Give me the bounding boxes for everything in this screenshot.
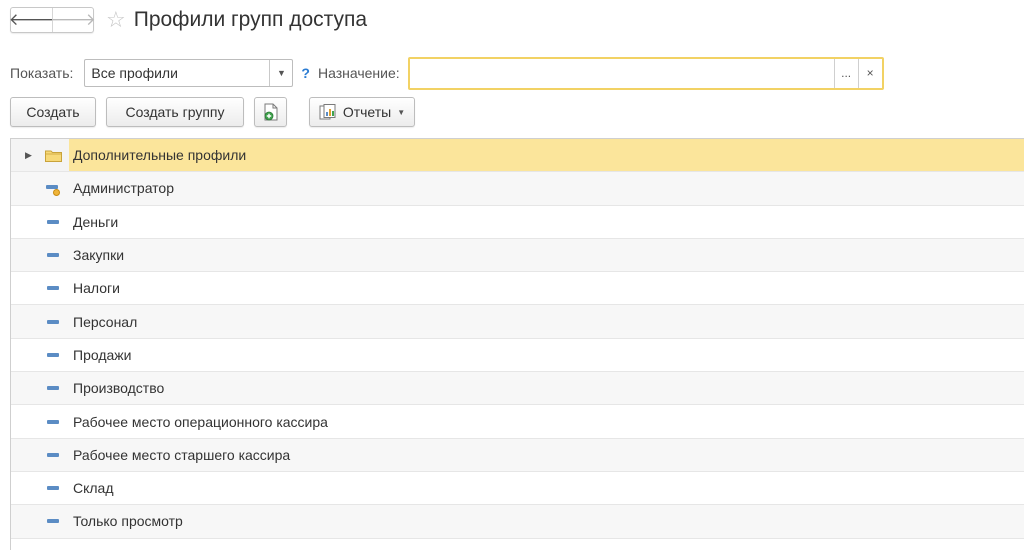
purpose-field: ... × xyxy=(407,56,884,90)
list-item[interactable]: Администратор xyxy=(11,172,1024,206)
list-item-label: Продажи xyxy=(73,346,132,363)
purpose-label: Назначение: xyxy=(317,65,400,81)
reports-button[interactable]: Отчеты ▼ xyxy=(309,97,415,127)
title-bar: 🡐 🡒 ☆ Профили групп доступа xyxy=(8,6,368,34)
add-document-button[interactable] xyxy=(254,97,287,127)
list-item[interactable]: Производство xyxy=(11,372,1024,406)
create-group-button[interactable]: Создать группу xyxy=(106,97,244,127)
folder-icon xyxy=(44,147,62,163)
list-item[interactable]: Закупки xyxy=(11,238,1024,273)
list-item[interactable]: Только просмотр xyxy=(11,505,1024,539)
purpose-input[interactable] xyxy=(409,58,834,88)
list-item-label: Рабочее место старшего кассира xyxy=(73,446,291,463)
list-item-label: Персонал xyxy=(73,313,138,330)
profile-icon xyxy=(44,280,62,296)
profile-icon xyxy=(44,380,62,396)
create-button[interactable]: Создать xyxy=(10,97,96,127)
profile-icon xyxy=(44,347,62,363)
list-item-label: Налоги xyxy=(73,280,120,297)
expand-triangle-icon[interactable]: ▶ xyxy=(25,150,32,161)
list-item[interactable]: Налоги xyxy=(11,272,1024,306)
profile-icon xyxy=(44,513,62,529)
list-item-label: Производство xyxy=(73,380,165,397)
profile-icon xyxy=(44,314,62,330)
list-item[interactable]: Продажи xyxy=(11,339,1024,373)
select-button[interactable]: ... xyxy=(833,58,858,88)
forward-button[interactable]: 🡒 xyxy=(50,8,96,32)
back-button[interactable]: 🡐 xyxy=(8,8,55,32)
profile-icon xyxy=(44,414,62,430)
admin-profile-icon xyxy=(44,180,62,197)
show-label: Показать: xyxy=(10,65,74,81)
arrow-left-icon: 🡐 xyxy=(8,10,55,29)
list-item-label: Склад xyxy=(73,480,114,497)
dropdown-arrow-icon[interactable]: ▼ xyxy=(269,60,292,86)
list-item-label: Деньги xyxy=(73,213,119,230)
nav-group: 🡐 🡒 xyxy=(8,7,96,33)
filter-row: Показать: Все профили ▼ ? Назначение: ..… xyxy=(10,56,884,90)
help-icon[interactable]: ? xyxy=(301,65,310,81)
show-select-value[interactable]: Все профили xyxy=(85,60,269,86)
list-item-label: Закупки xyxy=(73,247,125,264)
list-item[interactable]: Склад xyxy=(11,472,1024,506)
reports-label: Отчеты xyxy=(342,104,392,120)
profile-icon xyxy=(44,214,62,230)
add-document-icon xyxy=(264,103,277,121)
command-bar: Создать Создать группу Отчеты ▼ xyxy=(10,97,415,127)
profile-icon xyxy=(44,480,62,496)
clear-button[interactable]: × xyxy=(857,58,882,88)
profile-icon xyxy=(44,447,62,463)
favorite-star-icon[interactable]: ☆ xyxy=(106,9,126,31)
list-item[interactable]: Рабочее место старшего кассира xyxy=(11,438,1024,472)
reports-icon xyxy=(319,104,336,120)
chevron-down-icon: ▼ xyxy=(397,107,406,117)
profile-icon xyxy=(44,247,62,263)
page-title: Профили групп доступа xyxy=(133,8,368,31)
list-item[interactable]: ▶ Дополнительные профили xyxy=(11,139,1024,173)
list-item-label: Рабочее место операционного кассира xyxy=(73,413,328,430)
show-select[interactable]: Все профили ▼ xyxy=(84,59,294,87)
list-item-label: Только просмотр xyxy=(73,513,183,530)
list-item-label: Дополнительные профили xyxy=(73,147,247,164)
list-item[interactable]: Персонал xyxy=(11,305,1024,339)
arrow-right-icon: 🡒 xyxy=(50,10,96,29)
list-item[interactable]: Деньги xyxy=(11,206,1024,239)
profiles-list[interactable]: ▶ Дополнительные профили Администратор Д… xyxy=(10,138,1024,550)
list-item[interactable]: Рабочее место операционного кассира xyxy=(11,405,1024,439)
list-item-label: Администратор xyxy=(73,180,175,197)
